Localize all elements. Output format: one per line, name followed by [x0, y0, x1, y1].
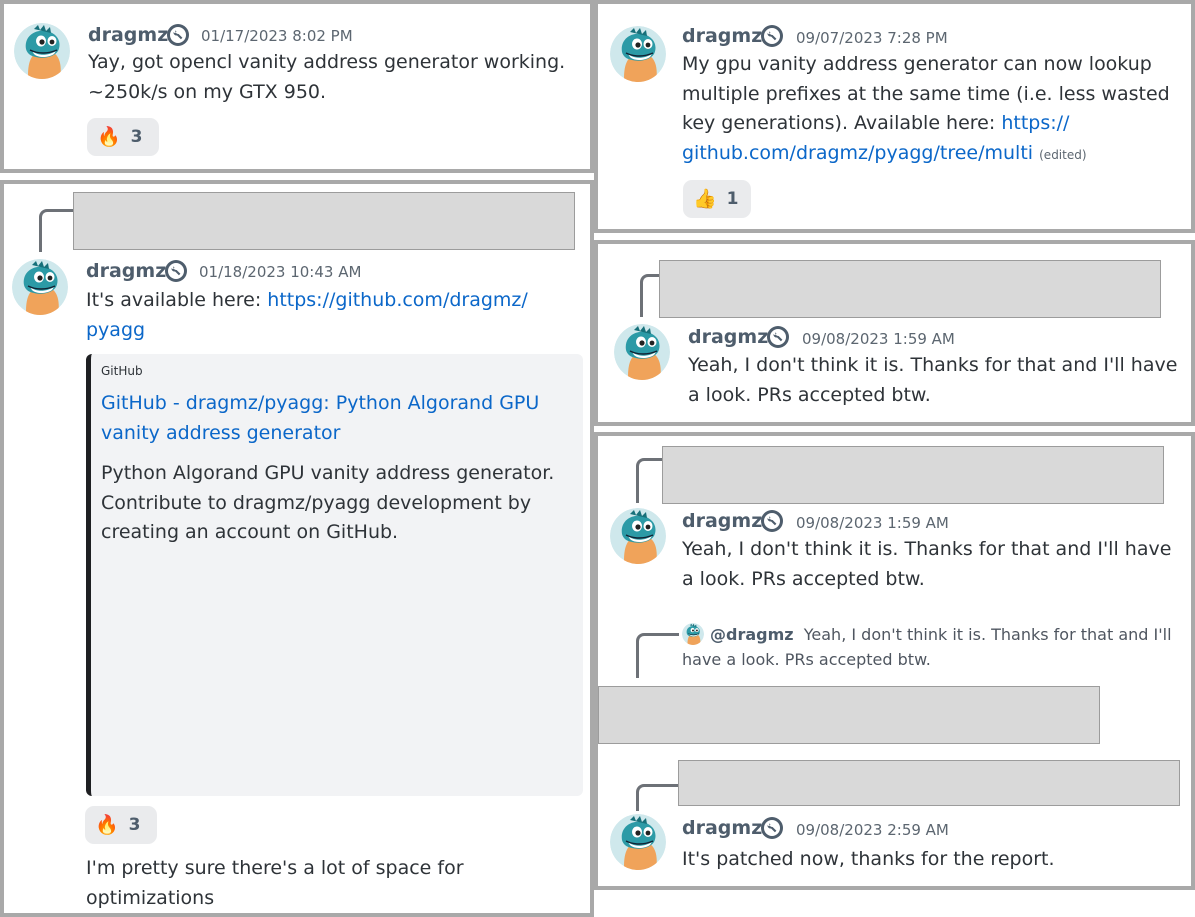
reaction-fire[interactable]: 🔥 3: [85, 806, 157, 844]
timestamp[interactable]: 09/08/2023 2:59 AM: [796, 821, 949, 839]
embed-description: Python Algorand GPU vanity address gener…: [101, 462, 555, 543]
message-text: It's available here: https://github.com/…: [86, 286, 576, 345]
wrench-icon: [166, 23, 190, 47]
dinosaur-avatar-icon: [610, 508, 666, 564]
user-avatar[interactable]: [610, 508, 666, 564]
message-text: Yeah, I don't think it is. Thanks for th…: [688, 354, 1178, 406]
username[interactable]: dragmz: [682, 817, 762, 839]
message-panel-4: dragmz 09/08/2023 1:59 AM Yeah, I don't …: [594, 240, 1195, 426]
embed-provider[interactable]: GitHub: [101, 364, 143, 378]
dinosaur-avatar-icon: [12, 259, 68, 315]
wrench-icon: [766, 325, 790, 349]
wrench-icon: [760, 24, 784, 48]
reply-connector: [636, 633, 679, 678]
thumbs-up-emoji-icon: 👍: [693, 187, 717, 210]
embed-title-link[interactable]: GitHub - dragmz/pyagg: Python Algorand G…: [101, 388, 571, 448]
timestamp[interactable]: 01/18/2023 10:43 AM: [199, 263, 361, 281]
github-link-continued[interactable]: pyagg: [86, 319, 145, 341]
message-panel-5: dragmz 09/08/2023 1:59 AM Yeah, I don't …: [594, 432, 1195, 890]
message-panel-3: dragmz 09/07/2023 7:28 PM My gpu vanity …: [594, 0, 1195, 233]
user-avatar[interactable]: [610, 26, 666, 82]
message-text: Yay, got opencl vanity address generator…: [88, 48, 588, 107]
redacted-message: [598, 686, 1100, 744]
edited-label: (edited): [1039, 147, 1087, 162]
timestamp[interactable]: 09/08/2023 1:59 AM: [796, 514, 949, 532]
redacted-reply-preview: [678, 760, 1180, 806]
dinosaur-avatar-icon: [610, 814, 666, 870]
dinosaur-avatar-icon: [14, 23, 70, 79]
wrench-icon: [760, 816, 784, 840]
user-avatar[interactable]: [12, 259, 68, 315]
message-text: It's patched now, thanks for the report.: [682, 848, 1055, 870]
reaction-count: 1: [726, 189, 739, 209]
user-avatar[interactable]: [610, 814, 666, 870]
followup-message-text: I'm pretty sure there's a lot of space f…: [86, 857, 464, 909]
user-avatar[interactable]: [14, 23, 70, 79]
dinosaur-avatar-icon: [614, 324, 670, 380]
redacted-reply-preview: [73, 192, 575, 250]
username[interactable]: dragmz: [682, 25, 762, 47]
fire-emoji-icon: 🔥: [97, 125, 121, 148]
timestamp[interactable]: 01/17/2023 8:02 PM: [201, 27, 353, 45]
dinosaur-avatar-icon: [682, 623, 704, 645]
username[interactable]: dragmz: [682, 510, 762, 532]
message-text: My gpu vanity address generator can now …: [682, 50, 1191, 170]
message-line: ~250k/s on my GTX 950.: [88, 80, 327, 103]
wrench-icon: [164, 259, 188, 283]
repo-link[interactable]: https://: [1001, 112, 1069, 134]
reaction-thumbs-up[interactable]: 👍 1: [683, 180, 751, 218]
username[interactable]: dragmz: [688, 326, 768, 348]
reply-connector: [636, 784, 681, 811]
link-embed: GitHub GitHub - dragmz/pyagg: Python Alg…: [86, 354, 583, 796]
username[interactable]: dragmz: [86, 260, 166, 282]
user-avatar[interactable]: [614, 324, 670, 380]
redacted-reply-preview: [662, 446, 1164, 504]
reply-mention[interactable]: @dragmz: [710, 625, 794, 644]
reply-preview[interactable]: @dragmz Yeah, I don't think it is. Thank…: [682, 622, 1188, 672]
message-panel-1: dragmz 01/17/2023 8:02 PM Yay, got openc…: [0, 0, 594, 173]
message-line: multiple prefixes at the same time (i.e.…: [682, 82, 1170, 105]
reaction-fire[interactable]: 🔥 3: [87, 118, 159, 156]
message-text-prefix: It's available here:: [86, 289, 268, 311]
message-panel-2: dragmz 01/18/2023 10:43 AM It's availabl…: [0, 180, 594, 917]
wrench-icon: [760, 509, 784, 533]
reply-connector: [636, 458, 665, 503]
fire-emoji-icon: 🔥: [95, 813, 119, 836]
message-line: My gpu vanity address generator can now …: [682, 53, 1152, 75]
github-link[interactable]: https://github.com/dragmz/: [267, 289, 528, 311]
reaction-count: 3: [128, 815, 141, 835]
redacted-reply-preview: [659, 260, 1161, 318]
message-line: key generations). Available here:: [682, 112, 1002, 134]
timestamp[interactable]: 09/08/2023 1:59 AM: [802, 330, 955, 348]
timestamp[interactable]: 09/07/2023 7:28 PM: [796, 29, 948, 47]
repo-link-continued[interactable]: github.com/dragmz/pyagg/tree/multi: [682, 142, 1033, 164]
reply-connector: [39, 209, 76, 252]
mini-avatar: [682, 623, 704, 645]
username[interactable]: dragmz: [88, 24, 168, 46]
message-line: Yay, got opencl vanity address generator…: [88, 51, 566, 73]
message-text: Yeah, I don't think it is. Thanks for th…: [682, 538, 1172, 590]
dinosaur-avatar-icon: [610, 26, 666, 82]
reaction-count: 3: [130, 127, 143, 147]
